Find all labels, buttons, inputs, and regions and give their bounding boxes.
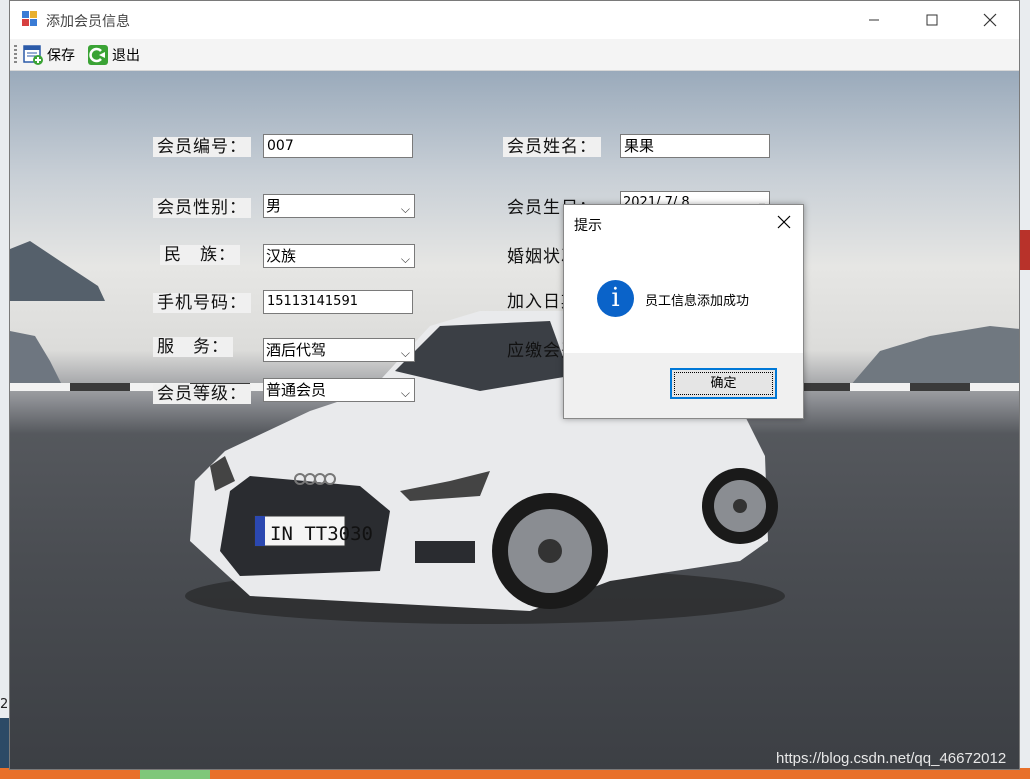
gender-label: 会员性别： <box>153 198 251 218</box>
window-title: 添加会员信息 <box>46 14 130 30</box>
service-select[interactable]: 酒后代驾 ⌵ <box>263 338 415 362</box>
close-icon <box>777 215 791 229</box>
car-image: IN TT3030 <box>185 311 785 624</box>
maximize-button[interactable] <box>903 1 961 39</box>
dialog-title: 提示 <box>574 218 602 234</box>
exit-button[interactable]: 退出 <box>87 42 140 68</box>
ethnicity-label: 民 族： <box>160 245 240 265</box>
ethnicity-value: 汉族 <box>266 247 297 265</box>
message-dialog: 提示 i 员工信息添加成功 确定 <box>563 204 804 419</box>
member-level-label: 会员等级： <box>153 384 251 404</box>
save-button[interactable]: 保存 <box>22 42 75 68</box>
chevron-down-icon: ⌵ <box>400 202 410 216</box>
close-icon <box>983 13 997 27</box>
chevron-down-icon: ⌵ <box>400 346 410 360</box>
toolbar: 保存 退出 <box>10 39 1019 71</box>
app-icon <box>22 11 38 27</box>
save-button-label: 保存 <box>47 48 75 64</box>
member-level-value: 普通会员 <box>266 381 327 399</box>
gender-value: 男 <box>266 197 282 215</box>
toolbar-grip[interactable] <box>14 45 17 65</box>
gender-select[interactable]: 男 ⌵ <box>263 194 415 218</box>
service-value: 酒后代驾 <box>266 341 327 359</box>
maximize-icon <box>926 14 938 26</box>
member-id-input[interactable]: 007 <box>263 134 413 158</box>
save-icon <box>23 45 43 65</box>
dialog-message: 员工信息添加成功 <box>645 294 750 309</box>
information-icon: i <box>597 280 634 317</box>
member-id-label: 会员编号： <box>153 137 251 157</box>
title-bar[interactable]: 添加会员信息 <box>10 1 1019 39</box>
exit-button-label: 退出 <box>112 48 140 64</box>
watermark: https://blog.csdn.net/qq_46672012 <box>776 750 1007 767</box>
dialog-close-button[interactable] <box>777 213 791 234</box>
close-button[interactable] <box>961 1 1019 39</box>
phone-input[interactable]: 15113141591 <box>263 290 413 314</box>
minimize-button[interactable] <box>845 1 903 39</box>
service-label: 服 务： <box>153 337 233 357</box>
ethnicity-select[interactable]: 汉族 ⌵ <box>263 244 415 268</box>
form-area: IN TT3030 会员编号： 007 会员姓名： 果果 会员性别： 男 ⌵ 会… <box>10 71 1019 769</box>
chevron-down-icon: ⌵ <box>400 252 410 266</box>
member-level-select[interactable]: 普通会员 ⌵ <box>263 378 415 402</box>
dialog-footer: 确定 <box>564 353 803 418</box>
chevron-down-icon: ⌵ <box>400 386 410 400</box>
car-plate-text: IN TT3030 <box>270 523 373 545</box>
member-name-label: 会员姓名： <box>503 137 601 157</box>
add-member-window: 添加会员信息 保存 退出 IN TT3030 会员编号： 007 会员姓名： 果… <box>9 0 1020 770</box>
phone-label: 手机号码： <box>153 293 251 313</box>
background-left-number: 2 <box>0 697 9 712</box>
minimize-icon <box>869 19 879 21</box>
background-app-right-accent <box>1020 230 1030 270</box>
ok-button[interactable]: 确定 <box>670 368 777 399</box>
member-name-input[interactable]: 果果 <box>620 134 770 158</box>
exit-icon <box>88 45 108 65</box>
background-app-right <box>1020 0 1030 779</box>
